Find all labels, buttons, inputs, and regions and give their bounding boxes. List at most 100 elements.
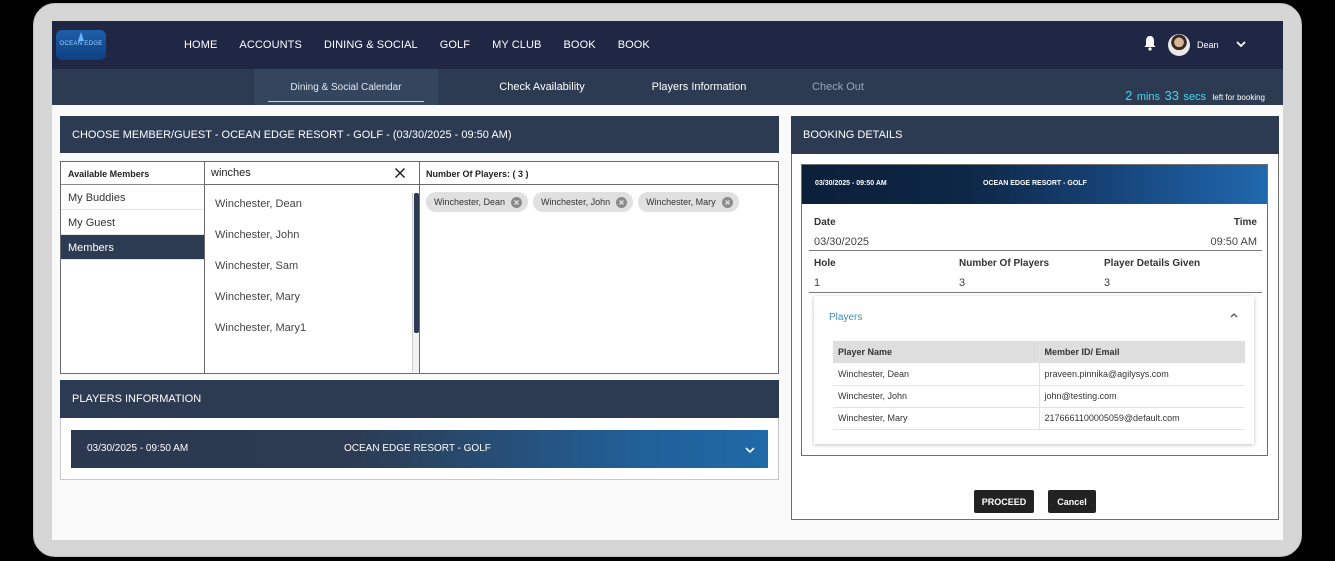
- divider: [809, 250, 1262, 251]
- date-label: Date: [814, 217, 836, 228]
- member-search-input[interactable]: [211, 165, 381, 181]
- players-information-accordion[interactable]: 03/30/2025 - 09:50 AM OCEAN EDGE RESORT …: [71, 430, 768, 468]
- players-table: Player Name Member ID/ Email Winchester,…: [833, 341, 1245, 430]
- bell-icon[interactable]: [1143, 35, 1157, 51]
- tab-players-information[interactable]: Players Information: [629, 69, 769, 105]
- date-value: 03/30/2025: [814, 236, 870, 248]
- player-email-cell: 2176661100005059@default.com: [1039, 407, 1245, 430]
- results-scrollbar-thumb[interactable]: [414, 193, 419, 333]
- timer-minutes: 2: [1125, 88, 1133, 103]
- booking-details-title: BOOKING DETAILS: [803, 129, 903, 141]
- result-item[interactable]: Winchester, Dean: [205, 185, 418, 212]
- table-header-row: Player Name Member ID/ Email: [833, 341, 1245, 363]
- logo-text: OCEAN EDGE: [59, 41, 103, 47]
- user-avatar[interactable]: [1168, 34, 1190, 56]
- player-chip: Winchester, John: [533, 192, 634, 212]
- column-player-name: Player Name: [833, 341, 1040, 363]
- tab-label: Dining & Social Calendar: [290, 81, 402, 93]
- player-email-cell: praveen.pinnika@agilysys.com: [1039, 363, 1245, 386]
- choose-member-title: CHOOSE MEMBER/GUEST - OCEAN EDGE RESORT …: [72, 128, 512, 141]
- proceed-button[interactable]: PROCEED: [974, 490, 1034, 513]
- player-name-cell: Winchester, Mary: [833, 407, 1040, 430]
- top-navigation: OCEAN EDGE HOME ACCOUNTS DINING & SOCIAL…: [52, 21, 1283, 69]
- divider: [809, 292, 1262, 293]
- tab-dining-social-calendar[interactable]: Dining & Social Calendar: [254, 69, 438, 105]
- search-results: Winchester, Dean Winchester, John Winche…: [205, 185, 418, 373]
- player-chip: Winchester, Mary: [638, 192, 739, 212]
- player-details-given-label: Player Details Given: [1104, 258, 1201, 269]
- tab-label: Check Out: [812, 81, 864, 93]
- category-members[interactable]: Members: [61, 235, 204, 260]
- time-label: Time: [1233, 217, 1257, 228]
- remove-chip-icon[interactable]: [616, 196, 628, 208]
- chip-label: Winchester, John: [541, 197, 611, 207]
- nav-accounts[interactable]: ACCOUNTS: [239, 39, 302, 51]
- booking-card-header: 03/30/2025 - 09:50 AM OCEAN EDGE RESORT …: [802, 165, 1267, 204]
- timer-seconds-unit: secs: [1183, 91, 1207, 103]
- table-row: Winchester, John john@testing.com: [833, 385, 1245, 408]
- player-name-cell: Winchester, John: [833, 385, 1040, 408]
- player-chip: Winchester, Dean: [426, 192, 529, 212]
- chevron-down-icon[interactable]: [744, 445, 756, 455]
- accordion-datetime: 03/30/2025 - 09:50 AM: [87, 443, 189, 454]
- results-scrollbar[interactable]: [412, 193, 419, 372]
- time-value: 09:50 AM: [1210, 236, 1257, 248]
- clear-search-icon[interactable]: [394, 167, 406, 179]
- hole-value: 1: [814, 277, 821, 289]
- selected-players: Winchester, Dean Winchester, John Winche…: [426, 192, 739, 212]
- card-resort: OCEAN EDGE RESORT - GOLF: [983, 180, 1087, 187]
- number-of-players-value: 3: [959, 277, 966, 289]
- choose-member-header: CHOOSE MEMBER/GUEST - OCEAN EDGE RESORT …: [60, 116, 779, 153]
- booking-timer: 2 mins 33 secs left for booking: [1125, 87, 1265, 105]
- timer-suffix: left for booking: [1212, 93, 1265, 102]
- categories-header: Available Members: [61, 162, 204, 185]
- result-item[interactable]: Winchester, Sam: [205, 243, 418, 274]
- result-item[interactable]: Winchester, John: [205, 212, 418, 243]
- booking-summary-card: 03/30/2025 - 09:50 AM OCEAN EDGE RESORT …: [801, 164, 1268, 456]
- tab-check-out[interactable]: Check Out: [768, 69, 908, 105]
- column-member-id-email: Member ID/ Email: [1039, 341, 1245, 363]
- remove-chip-icon[interactable]: [721, 196, 733, 208]
- member-search-column: Winchester, Dean Winchester, John Winche…: [205, 162, 420, 373]
- hole-label: Hole: [814, 258, 836, 269]
- nav-my-club[interactable]: MY CLUB: [492, 39, 541, 51]
- app-screen: OCEAN EDGE HOME ACCOUNTS DINING & SOCIAL…: [52, 21, 1283, 540]
- selected-players-column: Number Of Players: ( 3 ) Winchester, Dea…: [420, 162, 778, 373]
- player-email-cell: john@testing.com: [1039, 385, 1245, 408]
- players-information-header: PLAYERS INFORMATION: [60, 380, 779, 418]
- booking-details-header: BOOKING DETAILS: [791, 116, 1279, 154]
- timer-minutes-unit: mins: [1136, 91, 1161, 103]
- card-datetime: 03/30/2025 - 09:50 AM: [815, 180, 887, 187]
- table-row: Winchester, Dean praveen.pinnika@agilysy…: [833, 363, 1245, 386]
- tab-label: Check Availability: [499, 81, 585, 93]
- club-logo[interactable]: OCEAN EDGE: [56, 30, 106, 60]
- tab-label: Players Information: [651, 81, 747, 93]
- players-accordion-title[interactable]: Players: [829, 312, 862, 323]
- nav-book[interactable]: BOOK: [564, 39, 596, 51]
- tab-check-availability[interactable]: Check Availability: [472, 69, 612, 105]
- user-name[interactable]: Dean: [1197, 40, 1219, 50]
- timer-seconds: 33: [1164, 88, 1179, 103]
- chevron-down-icon[interactable]: [1235, 38, 1247, 50]
- member-picker: Available Members My Buddies My Guest Me…: [60, 161, 779, 374]
- number-of-players-label: Number Of Players: [959, 258, 1050, 269]
- accordion-resort: OCEAN EDGE RESORT - GOLF: [344, 443, 491, 454]
- cancel-button[interactable]: Cancel: [1048, 490, 1096, 513]
- remove-chip-icon[interactable]: [511, 196, 523, 208]
- nav-book-2[interactable]: BOOK: [618, 39, 650, 51]
- search-row: [205, 162, 419, 185]
- nav-golf[interactable]: GOLF: [440, 39, 470, 51]
- booking-steps: Dining & Social Calendar Check Availabil…: [52, 69, 1283, 105]
- category-my-guest[interactable]: My Guest: [61, 210, 204, 235]
- player-details-given-value: 3: [1104, 277, 1111, 289]
- nav-home[interactable]: HOME: [184, 39, 217, 51]
- main-menu: HOME ACCOUNTS DINING & SOCIAL GOLF MY CL…: [184, 21, 650, 69]
- players-accordion: Players Player Name Member ID/ Email Win…: [814, 296, 1254, 444]
- result-item[interactable]: Winchester, Mary: [205, 274, 418, 305]
- table-row: Winchester, Mary 2176661100005059@defaul…: [833, 407, 1245, 430]
- nav-dining-social[interactable]: DINING & SOCIAL: [324, 39, 418, 51]
- chip-label: Winchester, Mary: [646, 197, 716, 207]
- chevron-up-icon[interactable]: [1229, 311, 1239, 319]
- result-item[interactable]: Winchester, Mary1: [205, 305, 418, 336]
- category-my-buddies[interactable]: My Buddies: [61, 185, 204, 210]
